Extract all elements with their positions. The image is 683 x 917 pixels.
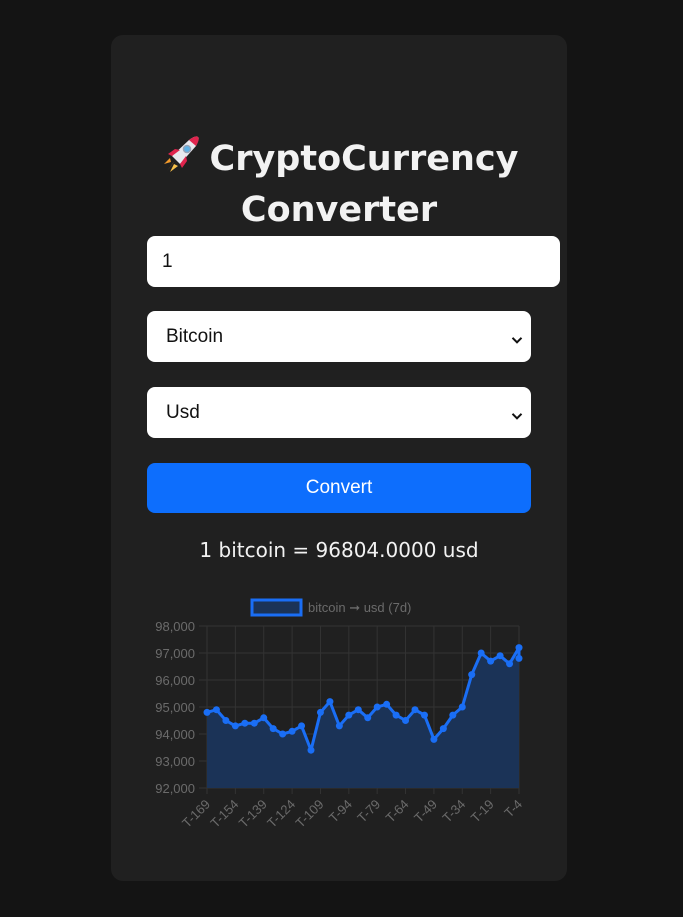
x-tick-label: T-34 [439, 797, 468, 826]
data-point [383, 700, 391, 708]
data-point [316, 708, 324, 716]
data-point [449, 711, 457, 719]
x-tick-label: T-94 [326, 797, 355, 826]
data-point [506, 660, 514, 668]
data-point [487, 657, 495, 665]
data-point [515, 654, 523, 662]
data-point [307, 746, 315, 754]
data-point [411, 706, 419, 714]
data-point [430, 735, 438, 743]
chart-legend: bitcoin ➞ usd (7d) [250, 598, 411, 617]
data-point [420, 711, 428, 719]
data-point [496, 652, 504, 660]
data-point [326, 698, 334, 706]
x-tick-label: T-124 [264, 797, 298, 831]
y-axis-ticks: 98,000 97,000 96,000 95,000 94,000 93,000 92,0… [155, 619, 195, 796]
data-point [260, 714, 268, 722]
y-tick-label: 95,000 [155, 700, 195, 715]
data-point [222, 717, 230, 724]
data-point [335, 722, 343, 730]
data-point [298, 722, 306, 730]
x-tick-label: T-109 [292, 797, 326, 831]
x-tick-label: T-169 [179, 797, 213, 831]
data-point [515, 644, 523, 652]
data-point [354, 706, 362, 714]
data-point [231, 722, 239, 730]
y-tick-label: 98,000 [155, 619, 195, 634]
data-point [269, 725, 277, 733]
price-chart: 98,000 97,000 96,000 95,000 94,000 93,000 92,0… [155, 598, 525, 831]
data-point [402, 717, 410, 724]
chart-area-fill [207, 647, 519, 788]
data-point [477, 649, 485, 657]
y-tick-label: 93,000 [155, 754, 195, 769]
legend-swatch [250, 598, 303, 617]
x-tick-label: T-19 [468, 797, 497, 826]
x-tick-label: T-49 [411, 797, 440, 826]
y-tick-label: 97,000 [155, 646, 195, 661]
data-point [241, 719, 249, 727]
data-point [373, 703, 381, 711]
y-tick-label: 94,000 [155, 727, 195, 742]
data-point [203, 708, 211, 716]
data-point [345, 711, 353, 719]
data-point [392, 711, 400, 719]
y-tick-label: 96,000 [155, 673, 195, 688]
data-point [279, 730, 287, 738]
data-point [250, 719, 258, 727]
data-point [458, 703, 466, 711]
x-tick-label: T-139 [236, 797, 270, 831]
x-tick-label: T-64 [383, 797, 412, 826]
data-point [468, 671, 476, 679]
data-point [212, 706, 220, 714]
x-tick-label: T-4 [501, 797, 525, 821]
x-axis-ticks: T-169T-154T-139T-124T-109 T-94 T-79 T-64 T-4… [179, 797, 525, 831]
data-point [288, 727, 296, 735]
x-tick-label: T-154 [207, 797, 241, 831]
x-tick-label: T-79 [354, 797, 383, 826]
data-point [439, 725, 447, 733]
legend-label: bitcoin ➞ usd (7d) [308, 600, 411, 615]
data-point [364, 714, 372, 722]
y-tick-label: 92,000 [155, 781, 195, 796]
